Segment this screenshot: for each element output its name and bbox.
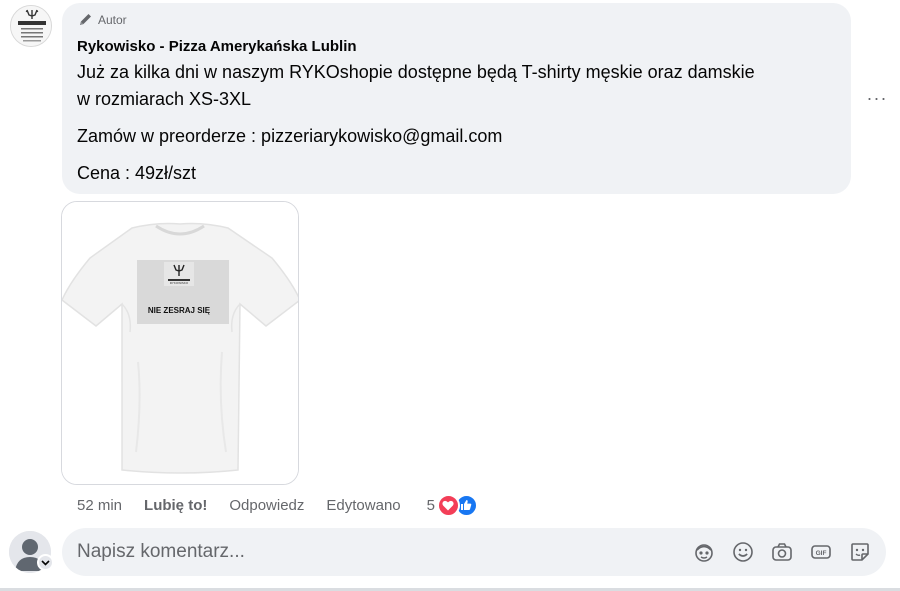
sticker-icon[interactable] [848, 540, 872, 564]
pencil-icon [80, 14, 91, 25]
reply-button[interactable]: Odpowiedz [229, 497, 304, 514]
comment-line: Cena : 49zł/szt [77, 163, 197, 183]
comment-actions: 52 min Lubię to! Odpowiedz Edytowano 5 [77, 493, 478, 517]
like-button[interactable]: Lubię to! [144, 497, 207, 514]
account-switch-chevron-icon[interactable] [37, 554, 54, 571]
more-options-button[interactable]: ··· [864, 86, 890, 110]
love-icon [436, 493, 460, 517]
comment-line: Zamów w preorderze : pizzeriarykowisko@g… [77, 126, 503, 146]
comment-bubble: Autor Rykowisko - Pizza Amerykańska Lubl… [62, 3, 851, 194]
reactions-summary[interactable]: 5 [426, 493, 478, 517]
reaction-count: 5 [426, 496, 435, 514]
shirt-logo-text: RYKOWISKO [170, 281, 189, 285]
rykowisko-logo [11, 6, 51, 46]
composer-tools: GIF [692, 540, 872, 564]
svg-text:GIF: GIF [816, 550, 827, 557]
tshirt-photo: RYKOWISKO NIE ZESRAJ SIĘ [62, 202, 298, 484]
timestamp-link[interactable]: 52 min [77, 497, 122, 514]
attachment-image[interactable]: RYKOWISKO NIE ZESRAJ SIĘ [61, 201, 299, 485]
shirt-print-text: NIE ZESRAJ SIĘ [148, 306, 211, 315]
page-avatar[interactable] [10, 5, 52, 47]
author-badge-label: Autor [98, 13, 127, 27]
avatar-sticker-icon[interactable] [692, 540, 716, 564]
gif-icon[interactable]: GIF [809, 540, 833, 564]
comment-text: Już za kilka dni w naszym RYKOshopie dos… [77, 59, 837, 187]
comment-composer: GIF [62, 528, 886, 576]
comment-line: w rozmiarach XS-3XL [77, 89, 252, 109]
comment-line: Już za kilka dni w naszym RYKOshopie dos… [77, 62, 755, 82]
edited-label[interactable]: Edytowano [326, 497, 400, 514]
comment-author-name[interactable]: Rykowisko - Pizza Amerykańska Lublin [77, 38, 357, 55]
author-badge: Autor [78, 13, 127, 27]
camera-icon[interactable] [770, 540, 794, 564]
comment-input[interactable] [77, 528, 677, 576]
emoji-icon[interactable] [731, 540, 755, 564]
